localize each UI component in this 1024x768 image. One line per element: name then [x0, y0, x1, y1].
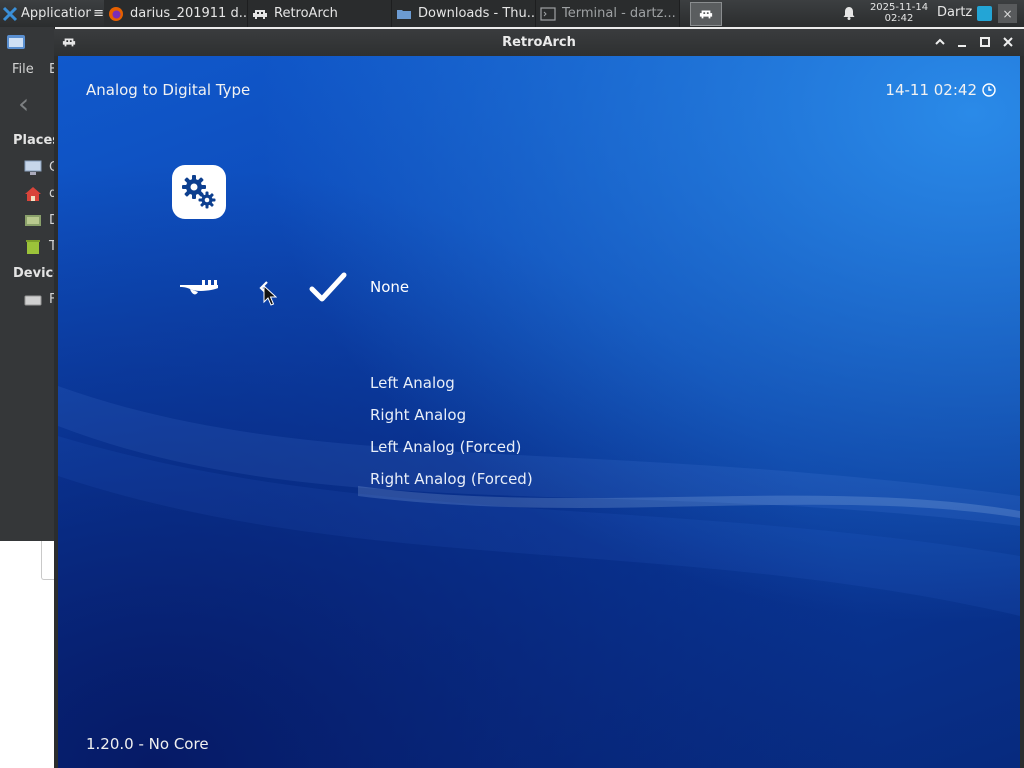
applications-menu-glyph: ≡: [93, 6, 104, 21]
menu-clock: 14-11 02:42: [885, 81, 996, 99]
taskbar-window-label: RetroArch: [274, 6, 338, 21]
window-title: RetroArch: [502, 35, 576, 50]
file-manager-icon: [7, 35, 25, 49]
taskbar-window-label: darius_201911 d...: [130, 6, 247, 21]
taskbar-window-downloads[interactable]: Downloads - Thu...: [392, 0, 536, 27]
devices-item-drive[interactable]: F: [0, 292, 54, 310]
devices-header: Device: [13, 266, 54, 281]
settings-tab-icon[interactable]: [172, 165, 226, 219]
clock-date: 2025-11-14: [869, 2, 929, 13]
places-item-home[interactable]: d: [0, 186, 54, 204]
retroarch-titlebar[interactable]: RetroArch: [54, 29, 1024, 56]
applications-label: Applications: [21, 6, 92, 21]
option-left-analog[interactable]: Left Analog: [370, 374, 455, 392]
taskbar-clock[interactable]: 2025-11-14 02:42: [866, 2, 932, 24]
close-window-icon[interactable]: [1001, 35, 1015, 49]
places-header: Places: [13, 133, 54, 148]
option-none[interactable]: None: [370, 278, 409, 296]
shade-window-icon[interactable]: [933, 35, 947, 49]
background-wave: [58, 386, 1020, 616]
taskbar-window-label: Terminal - dartz...: [562, 6, 676, 21]
places-item-trash[interactable]: T: [0, 239, 54, 257]
clock-time: 02:42: [884, 13, 914, 24]
retroarch-icon: [699, 10, 713, 19]
computer-icon: [24, 160, 42, 175]
retroarch-menu: Analog to Digital Type 14-11 02:42 None …: [58, 56, 1020, 768]
menu-clock-text: 14-11 02:42: [885, 81, 977, 99]
back-button[interactable]: ‹: [18, 87, 29, 120]
retroarch-icon: [253, 9, 267, 19]
input-port-icon[interactable]: [178, 277, 222, 299]
option-right-analog-forced[interactable]: Right Analog (Forced): [370, 470, 533, 488]
close-icon: ×: [1002, 6, 1013, 21]
trash-icon: [26, 240, 40, 254]
taskbar-window-terminal[interactable]: Terminal - dartz...: [536, 0, 680, 27]
menu-file[interactable]: File: [12, 62, 34, 77]
menu-title: Analog to Digital Type: [86, 81, 251, 99]
notification-bell-icon[interactable]: [841, 5, 857, 21]
option-left-analog-forced[interactable]: Left Analog (Forced): [370, 438, 521, 456]
taskbar-window-firefox[interactable]: darius_201911 d...: [104, 0, 248, 27]
home-icon: [25, 187, 41, 201]
file-manager-window: File E ‹ Places C d D T Device F: [0, 27, 55, 541]
file-manager-scroll-edge: [41, 541, 55, 580]
places-item-computer[interactable]: C: [0, 160, 54, 178]
terminal-icon: [540, 6, 556, 21]
option-right-analog[interactable]: Right Analog: [370, 406, 466, 424]
taskbar-close-button[interactable]: ×: [998, 4, 1017, 23]
user-name[interactable]: Dartz: [937, 5, 972, 20]
xfce-logo-icon: [2, 6, 18, 21]
places-item-desktop[interactable]: D: [0, 213, 54, 231]
drive-icon: [24, 295, 42, 306]
firefox-icon: [109, 6, 123, 21]
taskbar-window-label: Downloads - Thu...: [418, 6, 535, 21]
checkmark-icon: [309, 272, 347, 302]
desktop-icon: [25, 215, 41, 226]
applications-menu-button[interactable]: Applications ≡: [0, 0, 104, 27]
clock-icon: [982, 83, 996, 97]
taskbar: Applications ≡ darius_201911 d... RetroA…: [0, 0, 1024, 27]
active-app-indicator[interactable]: [690, 2, 722, 26]
taskbar-window-retroarch[interactable]: RetroArch: [248, 0, 392, 27]
folder-icon: [397, 9, 411, 19]
gears-icon: [182, 175, 216, 209]
version-core-status: 1.20.0 - No Core: [86, 735, 209, 753]
maximize-window-icon[interactable]: [978, 35, 992, 49]
mouse-cursor-icon: [263, 285, 277, 306]
user-settings-icon[interactable]: [977, 6, 992, 21]
minimize-window-icon[interactable]: [955, 35, 969, 49]
window-border-right: [1020, 56, 1024, 768]
